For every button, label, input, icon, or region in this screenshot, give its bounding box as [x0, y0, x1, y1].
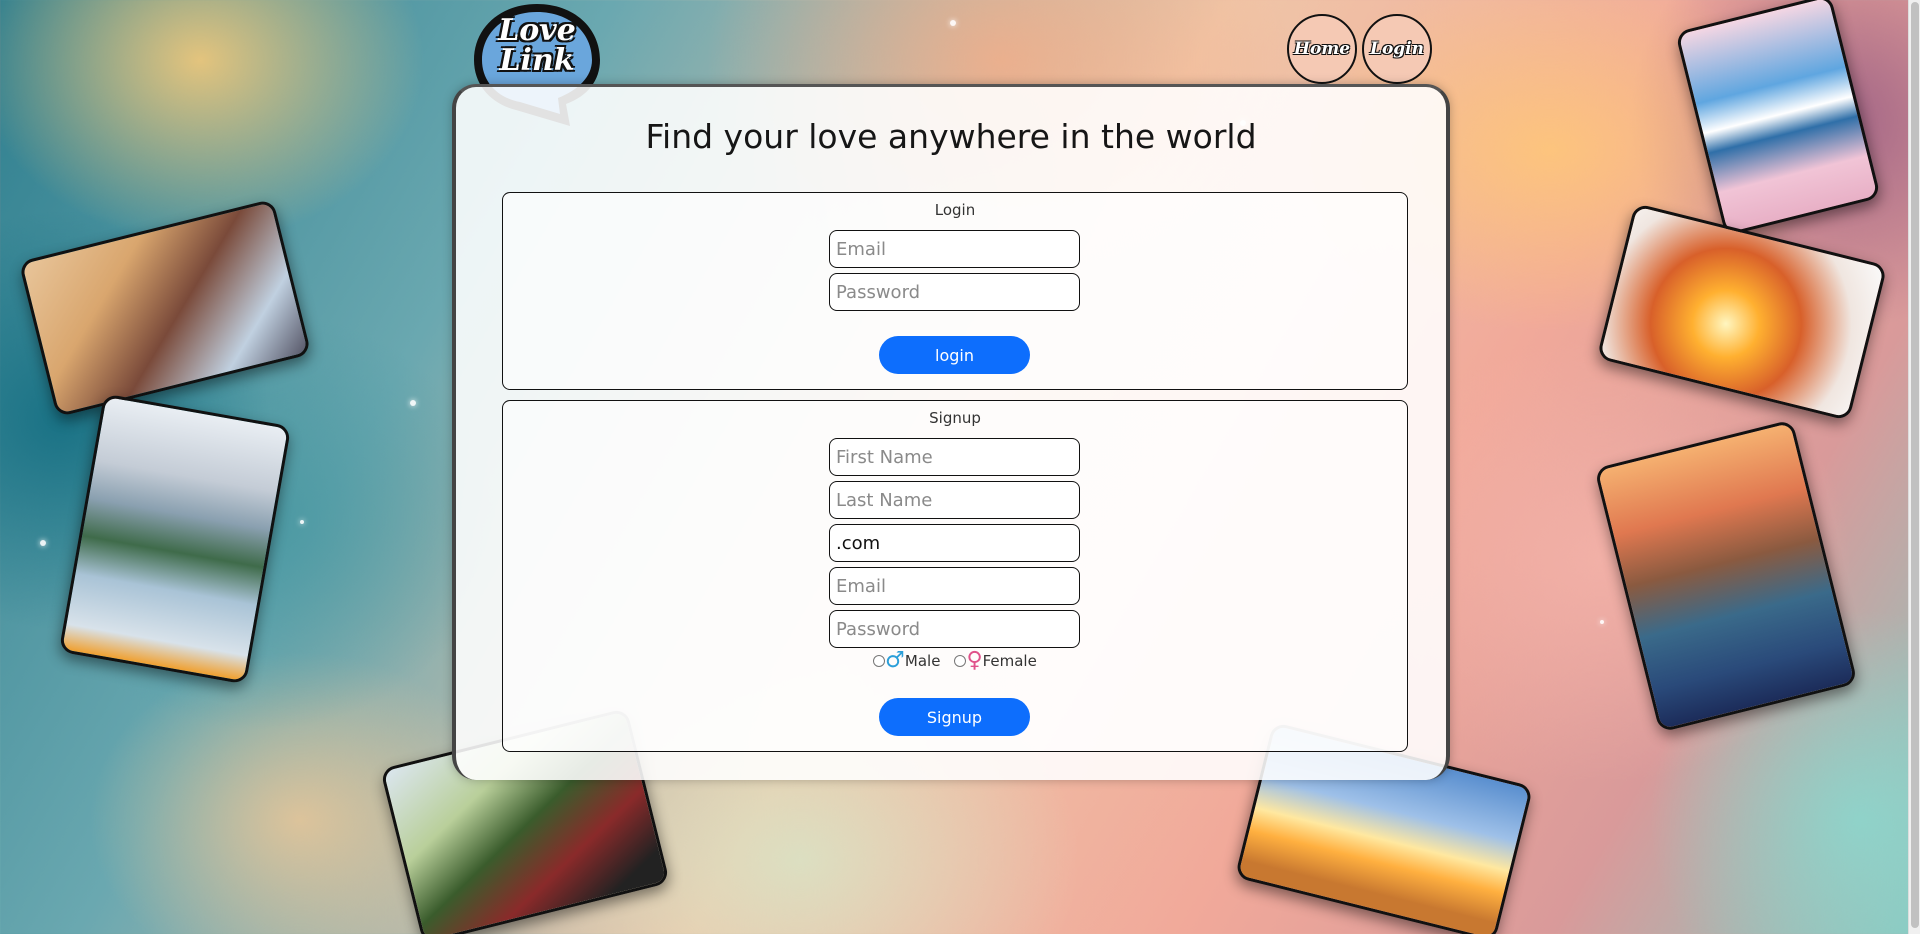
logo-line-2: Link [499, 43, 575, 78]
scrollbar-thumb[interactable] [1911, 2, 1919, 928]
signup-button[interactable]: Signup [879, 698, 1030, 736]
last-name-input[interactable] [829, 481, 1080, 519]
login-password-input[interactable] [829, 273, 1080, 311]
signup-section: Signup ♂ Male ♀ Female Signup [502, 400, 1408, 752]
female-symbol-icon: ♀ [966, 648, 983, 673]
male-symbol-icon: ♂ [885, 648, 905, 673]
login-title: Login [934, 201, 976, 219]
heart-hands-sunset-photo [1596, 202, 1888, 422]
nav-login-button[interactable]: Login [1362, 14, 1432, 84]
main-panel: Find your love anywhere in the world Log… [452, 84, 1450, 780]
page-scrollbar[interactable] [1908, 0, 1920, 934]
login-email-input[interactable] [829, 230, 1080, 268]
domain-input[interactable] [829, 524, 1080, 562]
login-button[interactable]: login [879, 336, 1030, 374]
gender-selector: ♂ Male ♀ Female [503, 648, 1407, 673]
couple-travel-photo [18, 198, 312, 418]
page-headline: Find your love anywhere in the world [645, 117, 1257, 156]
logo-text: Love Link [470, 16, 604, 76]
gender-option-female[interactable]: ♀ Female [954, 648, 1037, 673]
mountain-lake-photo [58, 393, 292, 685]
male-radio[interactable] [873, 655, 886, 667]
sparkle [40, 540, 46, 546]
sparkle [950, 20, 956, 26]
signup-email-input[interactable] [829, 567, 1080, 605]
logo-line-1: Love [498, 13, 576, 48]
first-name-input[interactable] [829, 438, 1080, 476]
female-label: Female [982, 652, 1037, 670]
sparkle [1600, 620, 1604, 624]
signup-password-input[interactable] [829, 610, 1080, 648]
sparkle [410, 400, 416, 406]
female-radio[interactable] [954, 655, 967, 667]
nav-home-button[interactable]: Home [1287, 14, 1357, 84]
signup-title: Signup [929, 409, 981, 427]
gender-option-male[interactable]: ♂ Male [873, 648, 941, 673]
sparkle [300, 520, 304, 524]
venice-canal-photo [1594, 419, 1858, 733]
male-label: Male [904, 652, 941, 670]
login-section: Login login [502, 192, 1408, 390]
cherry-blossom-mountain-photo [1674, 0, 1882, 237]
